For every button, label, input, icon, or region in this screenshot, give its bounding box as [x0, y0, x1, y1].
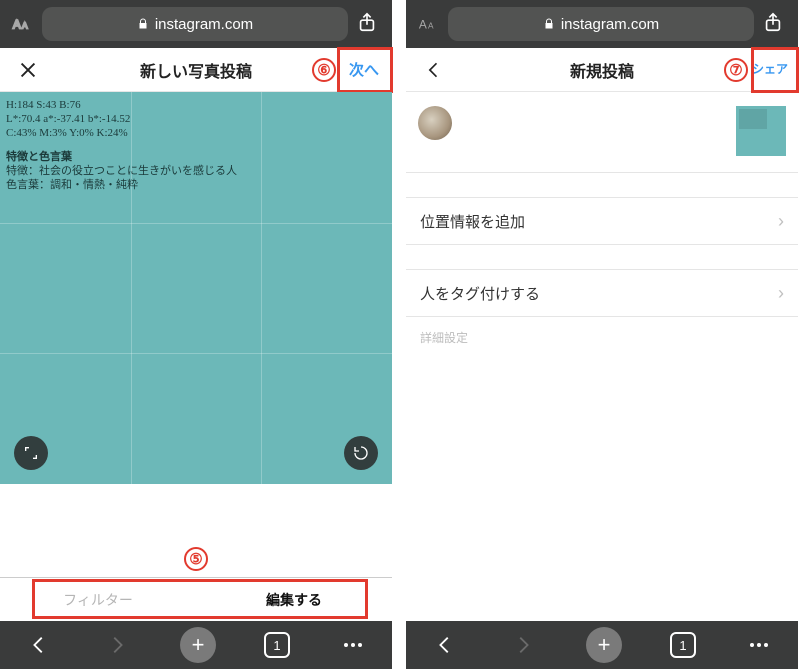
phone-left: AA instagram.com 新しい写真投稿 次へ ⑥ H:184 S:43… — [0, 0, 392, 669]
lock-icon — [137, 18, 149, 30]
close-icon — [17, 59, 39, 81]
ellipsis-icon — [748, 641, 770, 649]
share-icon[interactable] — [762, 11, 788, 37]
url-text: instagram.com — [155, 16, 253, 33]
left-spacer: ⑤ — [0, 484, 392, 577]
svg-text:A: A — [419, 18, 427, 32]
ig-header-right: 新規投稿 シェア ⑦ — [406, 48, 798, 92]
more-button[interactable] — [744, 630, 774, 660]
caption-input[interactable] — [462, 106, 726, 146]
lock-icon — [543, 18, 555, 30]
share-button[interactable]: シェア — [746, 59, 794, 80]
edit-tabs: フィルター 編集する — [0, 577, 392, 621]
safari-bottom-bar: + 1 — [0, 621, 392, 669]
header-title: 新しい写真投稿 — [56, 58, 336, 82]
annotation-badge-6: ⑥ — [312, 58, 336, 82]
annotation-badge-5: ⑤ — [184, 547, 208, 571]
url-text: instagram.com — [561, 16, 659, 33]
arrow-right-icon — [512, 634, 534, 656]
more-button[interactable] — [338, 630, 368, 660]
plus-icon: + — [192, 632, 205, 658]
next-button[interactable]: 次へ — [343, 55, 385, 84]
expand-button[interactable] — [14, 436, 48, 470]
arrow-left-icon — [28, 634, 50, 656]
safari-top-bar: AA instagram.com — [406, 0, 798, 48]
back-button[interactable] — [406, 60, 462, 80]
advanced-settings[interactable]: 詳細設定 — [406, 317, 798, 358]
tab-edit[interactable]: 編集する — [196, 578, 392, 621]
tabs-button[interactable]: 1 — [264, 632, 290, 658]
svg-text:A: A — [428, 22, 434, 31]
arrow-left-icon — [434, 634, 456, 656]
expand-icon — [23, 445, 39, 461]
tabs-button[interactable]: 1 — [670, 632, 696, 658]
text-size-icon[interactable]: AA — [10, 12, 34, 36]
chevron-right-icon: › — [778, 211, 784, 232]
avatar — [418, 106, 452, 140]
new-tab-button[interactable]: + — [586, 627, 622, 663]
close-button[interactable] — [0, 59, 56, 81]
back-button[interactable] — [430, 630, 460, 660]
forward-button — [102, 630, 132, 660]
back-button[interactable] — [24, 630, 54, 660]
chevron-left-icon — [424, 60, 444, 80]
header-title: 新規投稿 — [462, 58, 742, 82]
rotate-button[interactable] — [344, 436, 378, 470]
preview-overlay-text: H:184 S:43 B:76 L*:70.4 a*:-37.41 b*:-14… — [6, 98, 237, 192]
post-thumbnail[interactable] — [736, 106, 786, 156]
url-bar[interactable]: instagram.com — [448, 7, 754, 41]
photo-preview: H:184 S:43 B:76 L*:70.4 a*:-37.41 b*:-14… — [0, 92, 392, 484]
ig-header-left: 新しい写真投稿 次へ ⑥ — [0, 48, 392, 92]
url-bar[interactable]: instagram.com — [42, 7, 348, 41]
ellipsis-icon — [342, 641, 364, 649]
share-icon[interactable] — [356, 11, 382, 37]
svg-text:A: A — [22, 22, 28, 31]
menu-label: 位置情報を追加 — [420, 211, 525, 232]
tab-filter[interactable]: フィルター — [0, 578, 196, 621]
safari-bottom-bar: + 1 — [406, 621, 798, 669]
phone-right: AA instagram.com 新規投稿 シェア ⑦ 位置情報を追加 — [406, 0, 798, 669]
menu-label: 人をタグ付けする — [420, 283, 540, 304]
safari-top-bar: AA instagram.com — [0, 0, 392, 48]
menu-add-location[interactable]: 位置情報を追加 › — [406, 197, 798, 245]
annotation-badge-7: ⑦ — [724, 58, 748, 82]
forward-button — [508, 630, 538, 660]
arrow-right-icon — [106, 634, 128, 656]
svg-text:A: A — [13, 18, 21, 32]
caption-row — [406, 92, 798, 172]
rotate-icon — [353, 445, 369, 461]
menu-tag-people[interactable]: 人をタグ付けする › — [406, 269, 798, 317]
new-tab-button[interactable]: + — [180, 627, 216, 663]
text-size-icon[interactable]: AA — [416, 12, 440, 36]
plus-icon: + — [598, 632, 611, 658]
chevron-right-icon: › — [778, 283, 784, 304]
